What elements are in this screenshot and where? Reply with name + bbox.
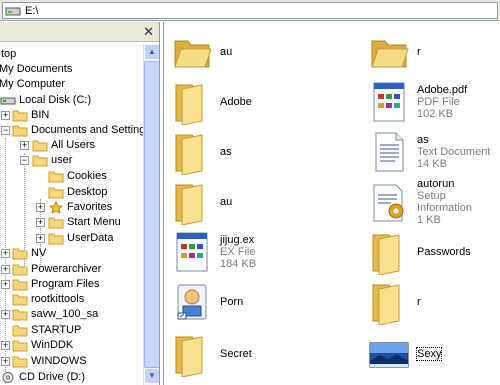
expand-icon[interactable]: +: [20, 141, 29, 150]
file-item[interactable]: autorun Setup Information 1 KB: [369, 178, 500, 226]
tree-item-startup[interactable]: STARTUP: [12, 322, 81, 338]
file-item[interactable]: as: [172, 128, 327, 176]
file-item[interactable]: as Text Document 14 KB: [369, 128, 499, 176]
folder-icon: [372, 284, 400, 325]
file-item[interactable]: Porn: [172, 278, 327, 326]
cd-drive-icon: [2, 371, 14, 383]
folder-icon: [12, 356, 28, 367]
tree-item-all-users[interactable]: All Users: [32, 137, 95, 153]
folder-icon: [175, 184, 203, 225]
tree-item-bin[interactable]: BIN: [12, 107, 49, 123]
tree-scrollbar[interactable]: ▲ ▼: [143, 44, 159, 385]
setup-information-icon: [373, 184, 404, 222]
expand-icon[interactable]: +: [1, 249, 10, 258]
tree-item-rootkittools[interactable]: rootkittools: [12, 291, 84, 307]
file-item[interactable]: jijug.ex EX File 184 KB: [172, 228, 327, 276]
file-item[interactable]: r: [369, 28, 499, 76]
expand-icon[interactable]: +: [1, 341, 10, 350]
file-item[interactable]: r: [369, 278, 499, 326]
tree-item-userdata[interactable]: UserData: [48, 230, 113, 246]
tree-item-desktop-folder[interactable]: Desktop: [48, 184, 107, 200]
image-thumbnail-icon: [369, 342, 409, 368]
expand-icon[interactable]: +: [36, 234, 45, 243]
folder-icon: [12, 294, 28, 305]
address-bar[interactable]: E:\: [2, 2, 498, 19]
folder-open-icon: [174, 40, 212, 68]
folder-icon: [12, 110, 28, 121]
star-icon: [48, 200, 64, 214]
file-item[interactable]: au: [172, 178, 327, 226]
text-document-icon: [375, 132, 404, 172]
tree-item-cookies[interactable]: Cookies: [48, 168, 107, 184]
folder-icon: [12, 264, 28, 275]
folder-icon: [175, 134, 203, 175]
tree-item-savw-100-sa[interactable]: savw_100_sa: [12, 306, 98, 322]
address-path: E:\: [25, 4, 39, 17]
folder-icon: [12, 325, 28, 336]
expand-icon[interactable]: +: [1, 310, 10, 319]
tree-item-favorites[interactable]: Favorites: [48, 199, 112, 215]
application-file-icon: [373, 82, 405, 122]
file-item[interactable]: Secret: [172, 330, 327, 378]
tree-item-my-documents[interactable]: My Documents: [0, 61, 72, 77]
file-list-pane: au r Adobe Adobe.pdf PDF File 102 KB as …: [163, 22, 500, 385]
tree-item-user[interactable]: user: [32, 152, 72, 168]
tree-item-start-menu[interactable]: Start Menu: [48, 214, 121, 230]
folder-icon: [175, 336, 203, 377]
collapse-icon[interactable]: −: [1, 126, 10, 135]
scroll-thumb[interactable]: [144, 61, 159, 368]
hard-drive-icon: [0, 97, 16, 104]
folder-tree-pane: ✕ top My Documents My Computer Local Dis…: [0, 22, 160, 385]
close-icon[interactable]: ✕: [143, 24, 154, 40]
tree-item-nv[interactable]: NV: [12, 245, 46, 261]
application-file-icon: [176, 232, 208, 272]
folder-icon: [12, 248, 28, 259]
file-item[interactable]: au: [172, 28, 327, 76]
collapse-icon[interactable]: −: [20, 156, 29, 165]
file-item[interactable]: Adobe: [172, 78, 327, 126]
expand-icon[interactable]: +: [1, 111, 10, 120]
address-bar-container: E:\: [0, 0, 500, 21]
file-item[interactable]: Sexy: [369, 330, 499, 378]
folder-icon: [12, 340, 28, 351]
file-item[interactable]: Passwords: [369, 228, 499, 276]
folder-icon: [12, 309, 28, 320]
folder-icon: [48, 171, 64, 182]
expand-icon[interactable]: +: [1, 357, 10, 366]
tree-item-cd-drive-d[interactable]: CD Drive (D:): [0, 369, 85, 385]
tree-item-program-files[interactable]: Program Files: [12, 276, 99, 292]
folder-icon: [12, 279, 28, 290]
expand-icon[interactable]: +: [1, 265, 10, 274]
tree-item-windows[interactable]: WINDOWS: [12, 353, 87, 369]
tree-item-desktop[interactable]: top: [0, 46, 16, 62]
scroll-down-icon[interactable]: ▼: [144, 368, 159, 384]
folder-icon: [48, 217, 64, 228]
file-item[interactable]: Adobe.pdf PDF File 102 KB: [369, 78, 499, 126]
folder-icon: [32, 140, 48, 151]
tree-item-local-disk-c[interactable]: Local Disk (C:): [0, 92, 91, 108]
selected-file-name[interactable]: Sexy: [415, 347, 443, 361]
expand-icon[interactable]: +: [36, 203, 45, 212]
folder-icon: [175, 84, 203, 125]
tree-item-my-computer[interactable]: My Computer: [0, 76, 65, 92]
folder-open-icon: [32, 155, 48, 166]
media-shortcut-icon: [177, 284, 207, 320]
drive-icon: [5, 7, 21, 15]
folder-open-icon: [371, 40, 409, 68]
folder-open-icon: [12, 125, 28, 136]
tree-item-powerarchiver[interactable]: Powerarchiver: [12, 261, 101, 277]
folder-pane-header: ✕: [0, 22, 159, 42]
tree-item-documents-and-settings[interactable]: Documents and Settings: [12, 122, 143, 138]
folder-icon: [48, 233, 64, 244]
tree-item-winddk[interactable]: WinDDK: [12, 337, 73, 353]
folder-tree: top My Documents My Computer Local Disk …: [0, 44, 143, 385]
folder-icon: [48, 187, 64, 198]
expand-icon[interactable]: +: [36, 218, 45, 227]
scroll-up-icon[interactable]: ▲: [144, 44, 159, 60]
expand-icon[interactable]: +: [1, 280, 10, 289]
folder-icon: [372, 234, 400, 275]
